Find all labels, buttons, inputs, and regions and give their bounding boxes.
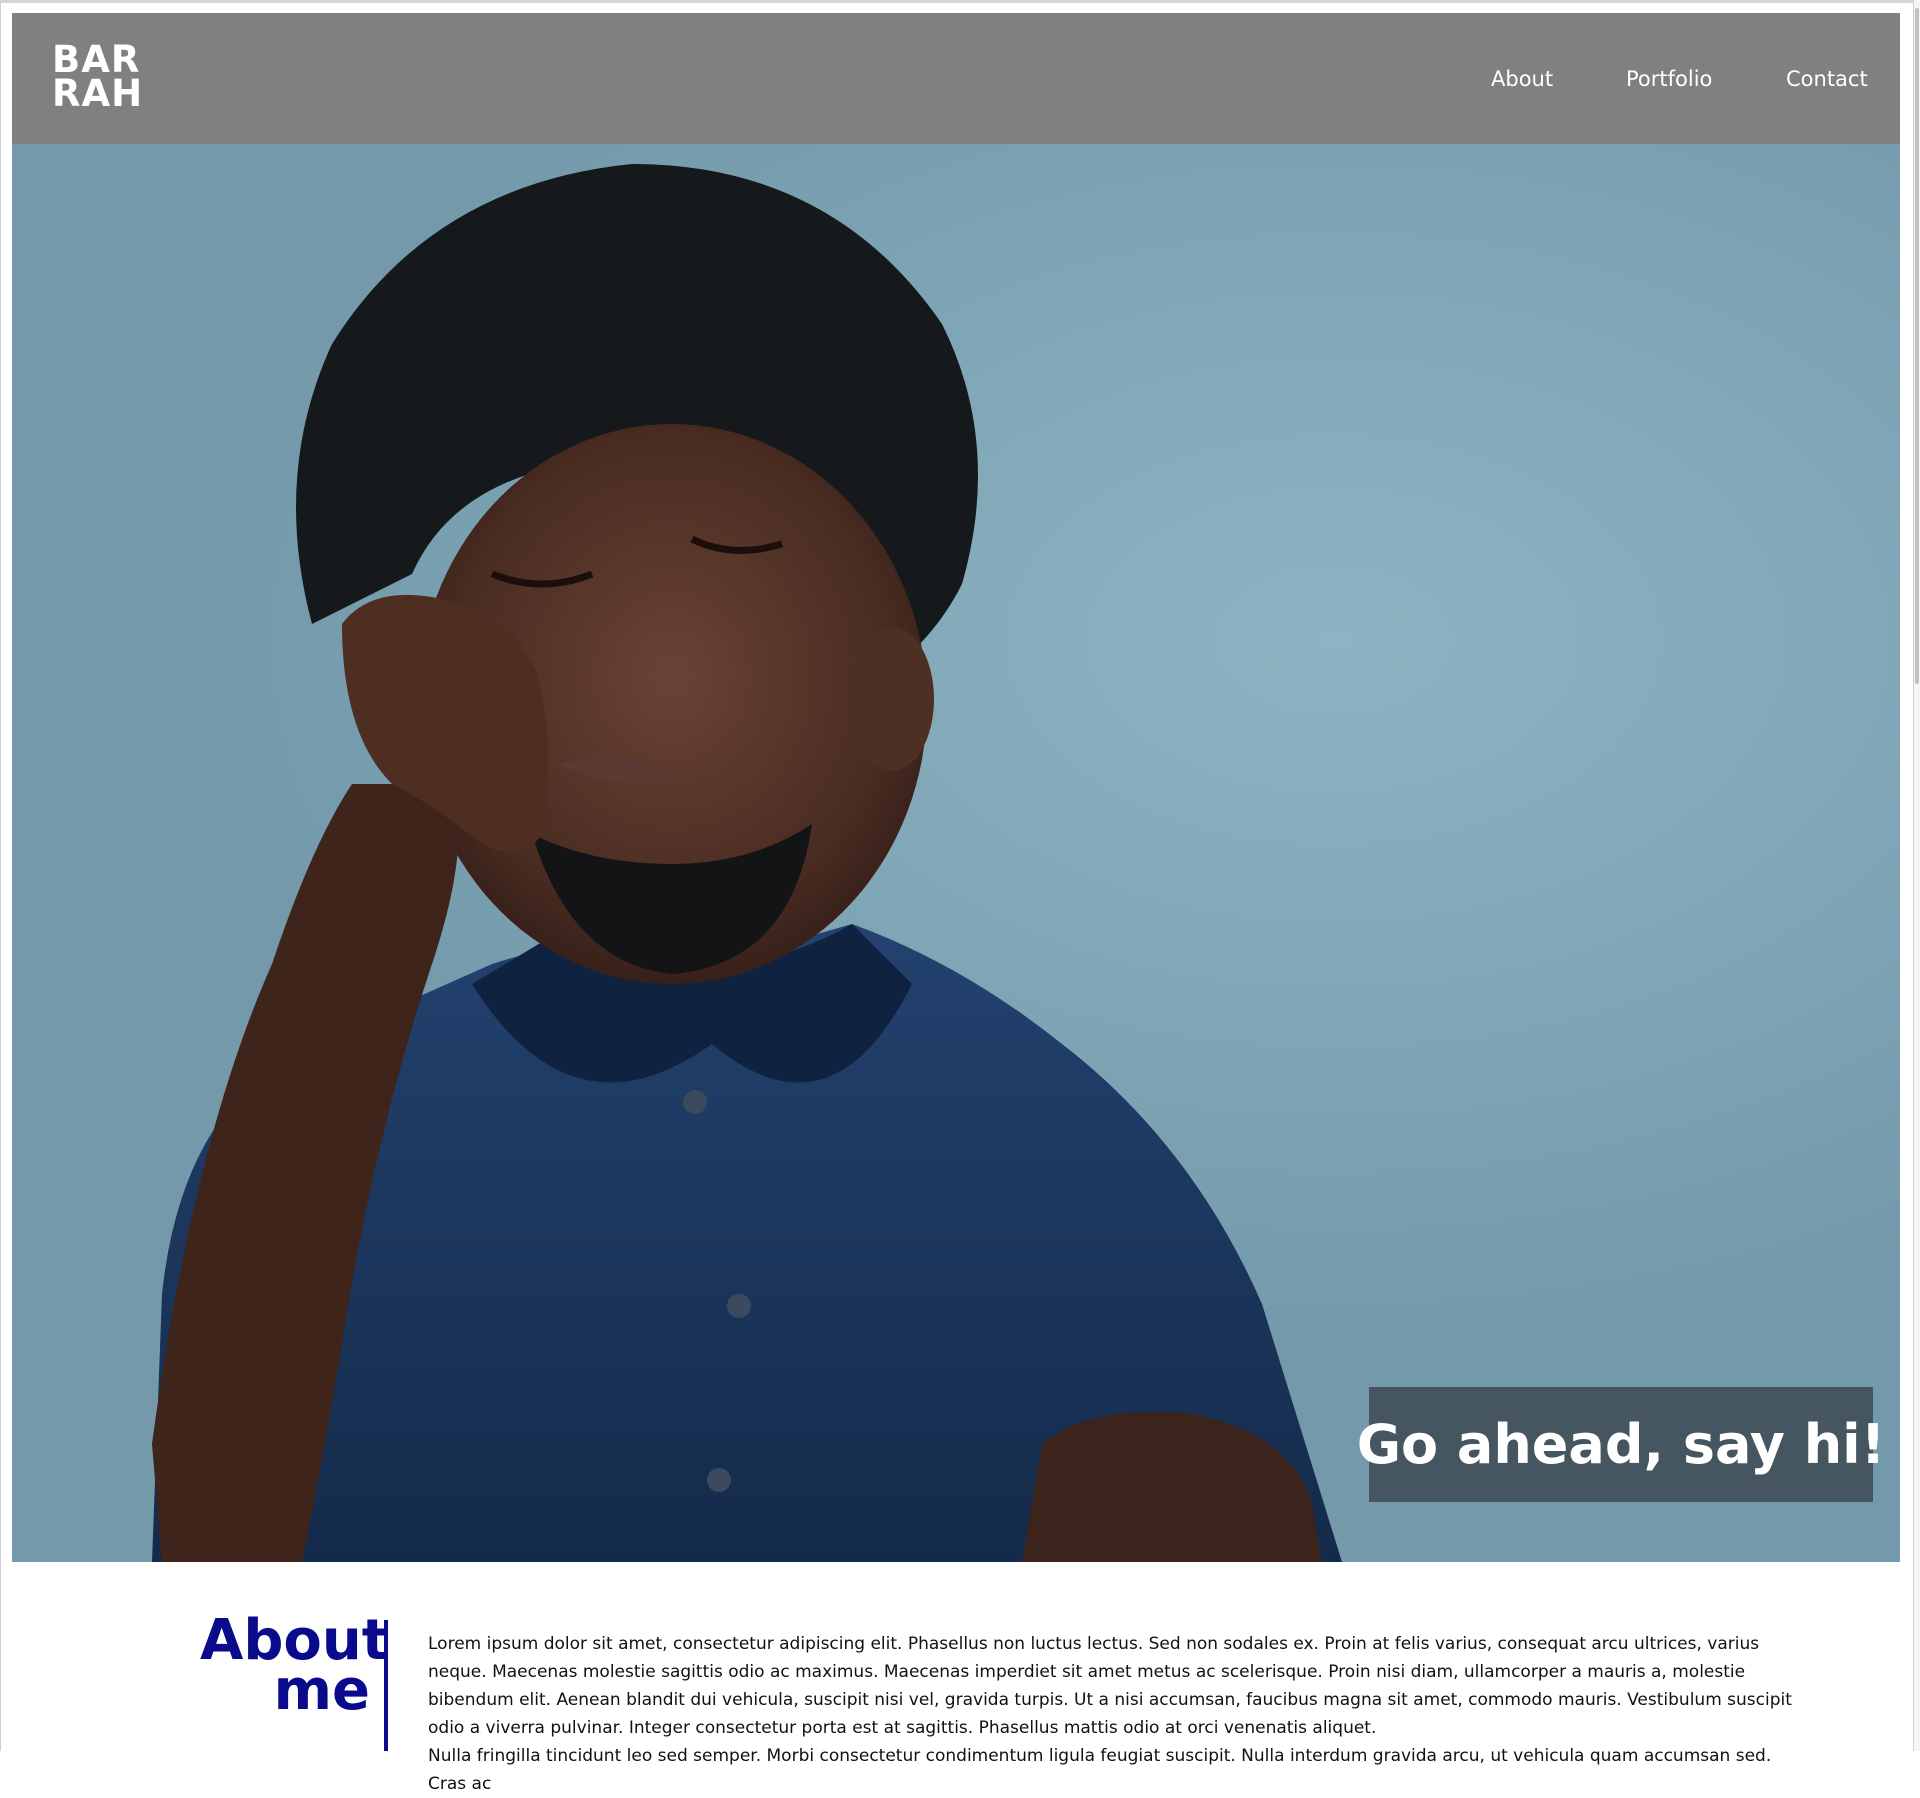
about-paragraph-1: Lorem ipsum dolor sit amet, consectetur … xyxy=(428,1634,1792,1738)
about-divider xyxy=(384,1620,388,1751)
about-paragraph-2: Nulla fringilla tincidunt leo sed semper… xyxy=(428,1746,1772,1794)
site-header: BAR RAH About Portfolio Contact xyxy=(12,13,1900,144)
nav-link-contact[interactable]: Contact xyxy=(1786,67,1868,91)
about-body: Lorem ipsum dolor sit amet, consectetur … xyxy=(428,1630,1808,1798)
about-heading-line-2: me xyxy=(273,1658,370,1723)
page-scrollbar[interactable] xyxy=(1914,0,1920,1751)
scrollbar-thumb[interactable] xyxy=(1915,8,1919,684)
hero-portrait-image xyxy=(152,164,1342,1562)
nav-link-portfolio[interactable]: Portfolio xyxy=(1626,67,1712,91)
about-heading: About me xyxy=(200,1613,389,1723)
site-logo[interactable]: BAR RAH xyxy=(52,41,144,115)
nav-link-about[interactable]: About xyxy=(1491,67,1553,91)
say-hi-cta[interactable]: Go ahead, say hi! xyxy=(1357,1387,1885,1502)
logo-line-2: RAH xyxy=(52,72,144,115)
hero-section: Go ahead, say hi! xyxy=(12,144,1900,1562)
